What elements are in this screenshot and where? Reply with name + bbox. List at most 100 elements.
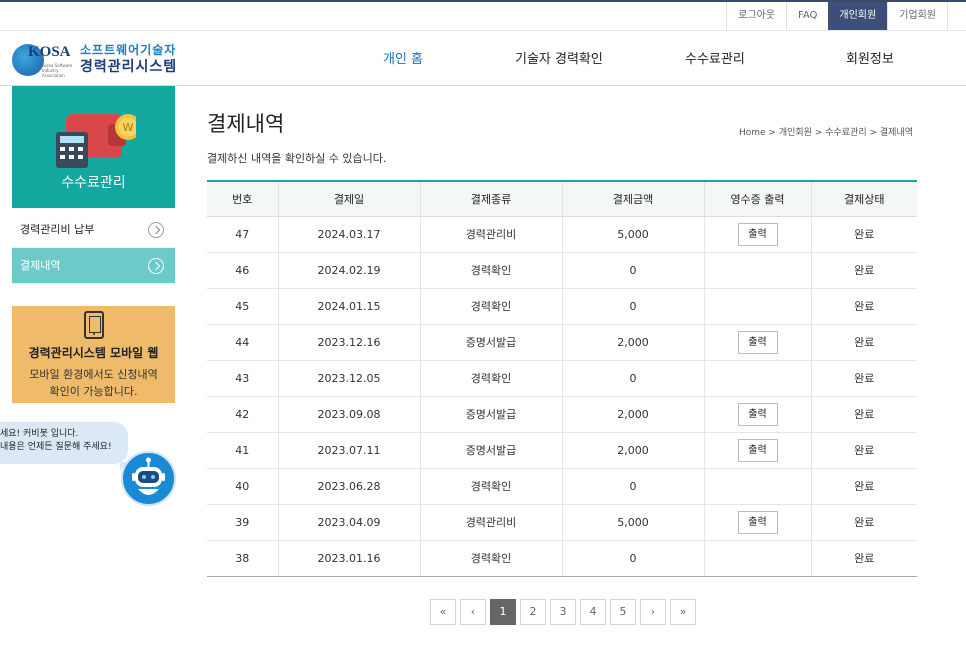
coin-symbol: W	[123, 121, 134, 134]
cell-amount: 0	[561, 468, 704, 505]
print-receipt-button[interactable]: 출력	[737, 438, 778, 462]
chevron-right-icon	[148, 258, 164, 274]
pager-prev-button[interactable]: ‹	[460, 599, 486, 625]
pager-page[interactable]: 4	[580, 599, 606, 625]
pager-page[interactable]: 5	[610, 599, 636, 625]
cell-status: 완료	[810, 324, 917, 361]
utility-divider	[0, 30, 966, 31]
cell-date: 2023.01.16	[277, 540, 420, 577]
cell-status: 완료	[810, 540, 917, 577]
cell-amount: 0	[561, 540, 704, 577]
sidebar-title: 수수료관리	[61, 175, 126, 191]
cell-number: 44	[207, 324, 278, 361]
faq-link[interactable]: FAQ	[786, 2, 828, 30]
cell-type: 경력확인	[419, 288, 562, 325]
pager-next-button[interactable]: ›	[640, 599, 666, 625]
cell-amount: 0	[561, 252, 704, 289]
cell-type: 경력확인	[419, 252, 562, 289]
cell-type: 증명서발급	[419, 324, 562, 361]
cell-receipt	[703, 288, 811, 325]
cell-amount: 2,000	[561, 324, 704, 361]
sidebar-item-career-fee-payment[interactable]: 경력관리비 납부	[12, 212, 175, 248]
cell-type: 증명서발급	[419, 396, 562, 433]
table-row: 45 2024.01.15 경력확인 0 완료	[207, 288, 917, 325]
logout-link[interactable]: 로그아웃	[726, 2, 786, 30]
pager-page[interactable]: 3	[550, 599, 576, 625]
nav-career-check[interactable]: 기술자 경력확인	[515, 48, 603, 67]
pager-page[interactable]: 2	[520, 599, 546, 625]
col-header-number: 번호	[207, 181, 278, 217]
cell-date: 2023.07.11	[277, 432, 420, 469]
cell-date: 2024.01.15	[277, 288, 420, 325]
table-row: 42 2023.09.08 증명서발급 2,000 출력 완료	[207, 396, 917, 433]
cell-number: 47	[207, 216, 278, 253]
cell-date: 2023.12.05	[277, 360, 420, 397]
sidebar-item-label: 경력관리비 납부	[20, 223, 95, 236]
cell-number: 40	[207, 468, 278, 505]
personal-member-link[interactable]: 개인회원	[828, 2, 888, 30]
nav-member-info[interactable]: 회원정보	[846, 48, 894, 67]
nav-personal-home[interactable]: 개인 홈	[383, 48, 423, 67]
chatbot-prompt: 내용은 언제든 질문해 주세요!	[0, 442, 112, 452]
cell-number: 45	[207, 288, 278, 325]
chatbot-button[interactable]	[121, 451, 176, 506]
cell-type: 경력확인	[419, 468, 562, 505]
breadcrumb: Home > 개인회원 > 수수료관리 > 결제내역	[738, 128, 913, 138]
utility-nav: 로그아웃 FAQ 개인회원 기업회원	[726, 2, 948, 30]
table-row: 38 2023.01.16 경력확인 0 완료	[207, 540, 917, 577]
print-receipt-button[interactable]: 출력	[737, 222, 778, 246]
col-header-receipt: 영수증 출력	[703, 181, 811, 217]
cell-type: 경력관리비	[419, 504, 562, 541]
cell-number: 46	[207, 252, 278, 289]
cell-status: 완료	[810, 216, 917, 253]
cell-amount: 5,000	[561, 216, 704, 253]
sidebar-item-payment-history[interactable]: 결제내역	[12, 248, 175, 284]
cell-receipt: 출력	[703, 504, 811, 541]
print-receipt-button[interactable]: 출력	[737, 402, 778, 426]
cell-date: 2024.02.19	[277, 252, 420, 289]
cell-receipt: 출력	[703, 396, 811, 433]
cell-number: 42	[207, 396, 278, 433]
chatbot-bubble[interactable]: 세요! 커비봇 입니다. 내용은 언제든 질문해 주세요!	[0, 422, 130, 470]
pagination: «‹ 1 2 3 4 5 ›»	[430, 599, 700, 625]
cell-amount: 0	[561, 360, 704, 397]
table-row: 39 2023.04.09 경력관리비 5,000 출력 완료	[207, 504, 917, 541]
cell-number: 43	[207, 360, 278, 397]
cell-date: 2023.09.08	[277, 396, 420, 433]
pager-page[interactable]: 1	[490, 599, 516, 625]
table-row: 43 2023.12.05 경력확인 0 완료	[207, 360, 917, 397]
cell-type: 경력확인	[419, 360, 562, 397]
nav-fee-management[interactable]: 수수료관리	[685, 48, 745, 67]
table-row: 40 2023.06.28 경력확인 0 완료	[207, 468, 917, 505]
cell-number: 39	[207, 504, 278, 541]
corporate-member-link[interactable]: 기업회원	[887, 2, 948, 30]
page-description: 결제하신 내역을 확인하실 수 있습니다.	[207, 152, 387, 165]
pager-first-button[interactable]: «	[430, 599, 456, 625]
mobile-phone-icon	[84, 311, 104, 339]
cell-date: 2023.04.09	[277, 504, 420, 541]
pager-last-button[interactable]: »	[670, 599, 696, 625]
print-receipt-button[interactable]: 출력	[737, 330, 778, 354]
sidebar-item-label: 결제내역	[20, 259, 61, 272]
cell-number: 41	[207, 432, 278, 469]
cell-status: 완료	[810, 252, 917, 289]
cell-receipt: 출력	[703, 324, 811, 361]
payment-history-table: 번호 결제일 결제종류 결제금액 영수증 출력 결제상태 47 2024.03.1…	[207, 180, 917, 577]
wallet-icon: W	[56, 114, 136, 168]
mobile-web-banner[interactable]: 경력관리시스템 모바일 웹 모바일 환경에서도 신청내역 확인이 가능합니다.	[12, 306, 175, 403]
table-body: 47 2024.03.17 경력관리비 5,000 출력 완료 46 2024.02.19 경력…	[207, 216, 917, 577]
cell-type: 증명서발급	[419, 432, 562, 469]
cell-date: 2024.03.17	[277, 216, 420, 253]
cell-amount: 0	[561, 288, 704, 325]
cell-amount: 5,000	[561, 504, 704, 541]
sidebar-header: W 수수료관리	[12, 86, 175, 208]
cell-type: 경력확인	[419, 540, 562, 577]
col-header-date: 결제일	[277, 181, 420, 217]
col-header-type: 결제종류	[419, 181, 562, 217]
cell-number: 38	[207, 540, 278, 577]
sidebar-menu: 경력관리비 납부 결제내역	[12, 212, 175, 284]
cell-status: 완료	[810, 432, 917, 469]
mobile-banner-title: 경력관리시스템 모바일 웹	[28, 346, 159, 360]
print-receipt-button[interactable]: 출력	[737, 510, 778, 534]
cell-status: 완료	[810, 288, 917, 325]
